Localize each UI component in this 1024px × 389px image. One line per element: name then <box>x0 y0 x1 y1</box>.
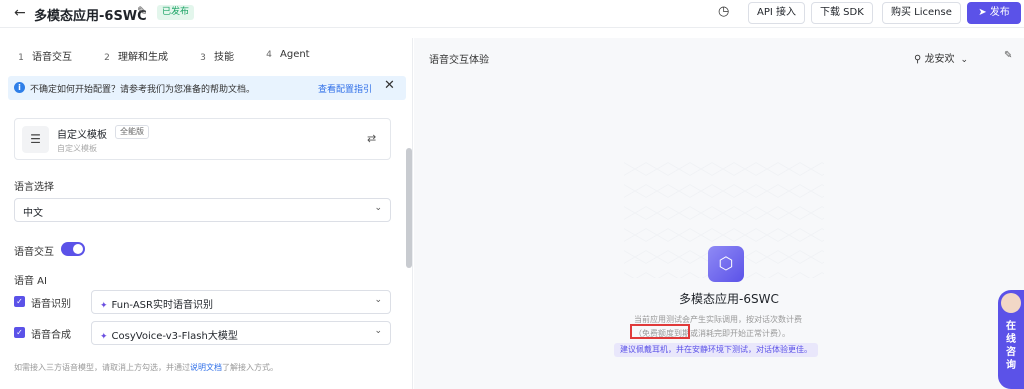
chevron-down-icon: ⌄ <box>374 326 382 336</box>
tab-skills[interactable]: 3 技能 <box>196 48 234 65</box>
close-icon[interactable]: ✕ <box>384 78 395 93</box>
language-value: 中文 <box>23 208 43 219</box>
template-card[interactable]: ☰ 自定义模板 全能版 自定义模板 ⇄ <box>14 118 391 160</box>
app-title: 多模态应用-6SWC <box>34 9 147 24</box>
tts-model-name: CosyVoice-v3-Flash大模型 <box>111 331 238 342</box>
step-number: 2 <box>104 53 110 63</box>
online-consult-label: 在线咨询 <box>1006 321 1016 371</box>
template-name: 自定义模板 <box>57 130 107 141</box>
step-label: 技能 <box>214 52 234 63</box>
model-logo-icon: ✦ <box>100 332 108 342</box>
pin-icon[interactable]: ✎ <box>1004 50 1012 61</box>
tts-model-select[interactable]: ✦ CosyVoice-v3-Flash大模型 ⌄ <box>91 321 391 345</box>
asr-model-select[interactable]: ✦ Fun-ASR实时语音识别 ⌄ <box>91 290 391 314</box>
step-label: 理解和生成 <box>118 52 168 63</box>
voice-interaction-label: 语音交互 <box>14 247 54 258</box>
asr-label: 语音识别 <box>31 299 71 310</box>
help-tip-banner: i 不确定如何开始配置？请参考我们为您准备的帮助文档。 查看配置指引 ✕ <box>8 76 406 100</box>
step-label: 语音交互 <box>32 52 72 63</box>
send-icon: ➤ <box>978 7 990 18</box>
tab-understanding[interactable]: 2 理解和生成 <box>100 48 168 65</box>
publish-label: 发布 <box>989 7 1010 18</box>
user-icon: ⚲ <box>914 54 925 65</box>
tab-agent[interactable]: 4 Agent <box>262 48 310 62</box>
note-prefix: 如需接入三方语音模型，请取消上方勾选，并通过 <box>14 363 190 372</box>
agent-avatar <box>1001 293 1021 313</box>
asr-model-name: Fun-ASR实时语音识别 <box>111 300 213 311</box>
note-suffix: 了解接入方式。 <box>222 363 278 372</box>
preview-app-name: 多模态应用-6SWC <box>679 292 779 306</box>
language-select[interactable]: 中文 ⌄ <box>14 198 391 222</box>
chevron-down-icon: ⌄ <box>374 295 382 305</box>
chevron-down-icon: ⌄ <box>374 203 382 213</box>
tab-voice-interaction[interactable]: 1 语音交互 <box>14 48 72 65</box>
headphone-hint: 建议佩戴耳机，并在安静环境下测试，对话体验更佳。 <box>614 343 818 357</box>
voice-interaction-toggle[interactable] <box>61 242 85 256</box>
swap-icon[interactable]: ⇄ <box>367 132 376 145</box>
step-tabs: 1 语音交互 2 理解和生成 3 技能 4 Agent <box>0 38 412 74</box>
preview-title: 语音交互体验 <box>429 55 489 66</box>
toggle-knob <box>73 244 83 254</box>
user-selector[interactable]: ⚲ 龙安欢 ⌄ <box>914 50 968 65</box>
edit-icon[interactable]: ✎ <box>137 4 147 18</box>
template-chip: 全能版 <box>115 125 149 139</box>
highlight-box <box>630 324 690 339</box>
step-label: Agent <box>280 49 310 60</box>
asr-model-value: ✦ Fun-ASR实时语音识别 <box>100 296 213 311</box>
tts-checkbox[interactable]: ✓ <box>14 327 25 338</box>
asr-checkbox[interactable]: ✓ <box>14 296 25 307</box>
api-access-button[interactable]: API 接入 <box>748 2 805 24</box>
tts-model-value: ✦ CosyVoice-v3-Flash大模型 <box>100 327 238 342</box>
top-bar: ← 多模态应用-6SWC ✎ 已发布 ◷ API 接入 下载 SDK 购买 Li… <box>0 0 1024 28</box>
third-party-note: 如需接入三方语音模型，请取消上方勾选，并通过说明文档了解接入方式。 <box>14 362 278 373</box>
scrollbar[interactable] <box>406 148 412 268</box>
buy-license-button[interactable]: 购买 License <box>882 2 961 24</box>
download-sdk-button[interactable]: 下载 SDK <box>811 2 873 24</box>
view-guide-link[interactable]: 查看配置指引 <box>318 82 372 95</box>
back-arrow-icon[interactable]: ← <box>14 5 26 21</box>
publish-button[interactable]: ➤ 发布 <box>967 2 1021 24</box>
step-number: 4 <box>266 50 272 60</box>
user-name: 龙安欢 <box>924 54 955 65</box>
history-clock-icon[interactable]: ◷ <box>718 4 729 19</box>
sliders-icon: ☰ <box>22 126 49 153</box>
config-panel: 1 语音交互 2 理解和生成 3 技能 4 Agent i 不确定如何开始配置？请参考我… <box>0 38 413 389</box>
template-sub: 自定义模板 <box>57 144 97 153</box>
voice-ai-label: 语音 AI <box>14 276 47 287</box>
status-badge: 已发布 <box>157 5 195 20</box>
language-label: 语言选择 <box>14 182 54 193</box>
chevron-down-icon: ⌄ <box>960 55 969 65</box>
docs-link[interactable]: 说明文档 <box>190 363 222 372</box>
info-icon: i <box>14 82 25 93</box>
app-logo-icon: ⬡ <box>708 246 744 282</box>
tip-text: 不确定如何开始配置？请参考我们为您准备的帮助文档。 <box>30 85 256 95</box>
step-number: 3 <box>200 53 206 63</box>
preview-panel: 语音交互体验 ⚲ 龙安欢 ⌄ ✎ ⬡ 多模态应用-6SWC 当前应用测试会产生实际… <box>414 38 1024 389</box>
online-consult-button[interactable]: 在线咨询 <box>998 290 1024 389</box>
step-number: 1 <box>18 53 24 63</box>
model-logo-icon: ✦ <box>100 301 108 311</box>
tts-label: 语音合成 <box>31 330 71 341</box>
